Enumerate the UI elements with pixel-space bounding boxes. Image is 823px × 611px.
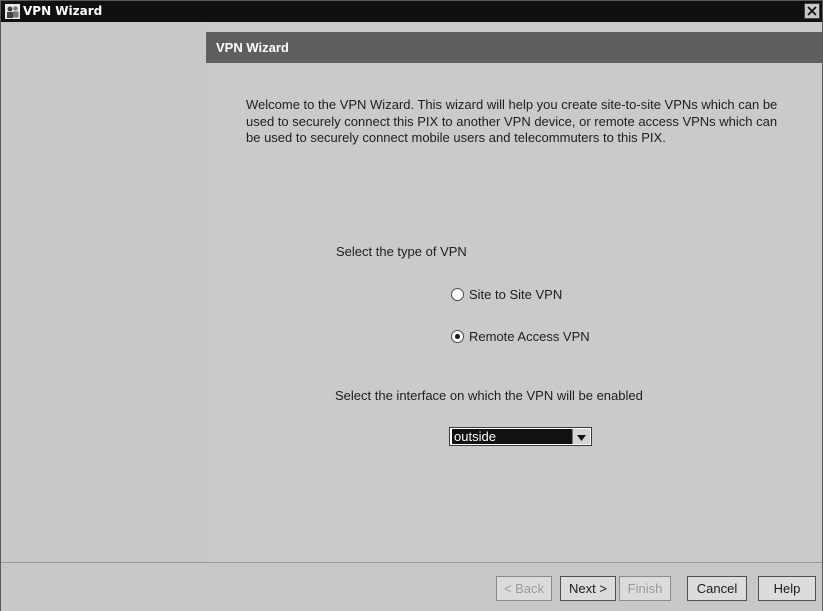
content-header: VPN Wizard [206, 32, 822, 63]
site-to-site-label: Site to Site VPN [469, 287, 563, 302]
close-icon [807, 4, 817, 19]
radio-button-unchecked[interactable] [451, 288, 464, 301]
next-button[interactable]: Next > [560, 576, 616, 601]
title-bar[interactable]: VPN Wizard [1, 1, 822, 22]
people-icon [5, 4, 20, 19]
chevron-down-icon [577, 429, 586, 444]
back-button[interactable]: < Back [496, 576, 552, 601]
radio-button-checked[interactable] [451, 330, 464, 343]
interface-select[interactable]: outside [449, 427, 592, 446]
dropdown-arrow-button[interactable] [572, 429, 590, 444]
window-title: VPN Wizard [23, 4, 103, 18]
site-to-site-radio[interactable]: Site to Site VPN [451, 287, 562, 302]
page-title: VPN Wizard [216, 40, 289, 55]
cancel-button[interactable]: Cancel [687, 576, 747, 601]
interface-label: Select the interface on which the VPN wi… [335, 388, 643, 403]
remote-access-radio[interactable]: Remote Access VPN [451, 329, 590, 344]
button-bar: < Back Next > Finish Cancel Help [1, 562, 822, 611]
help-button[interactable]: Help [758, 576, 816, 601]
vpn-wizard-window: VPN Wizard VPN Wizard Welcome to the VPN… [0, 0, 823, 611]
vpn-type-label: Select the type of VPN [336, 244, 467, 259]
finish-button[interactable]: Finish [619, 576, 671, 601]
remote-access-label: Remote Access VPN [469, 329, 590, 344]
interface-select-value: outside [452, 429, 572, 444]
wizard-content: VPN Wizard Welcome to the VPN Wizard. Th… [206, 22, 822, 562]
intro-text: Welcome to the VPN Wizard. This wizard w… [246, 97, 778, 145]
left-image-panel [1, 22, 206, 562]
close-button[interactable] [804, 3, 820, 19]
